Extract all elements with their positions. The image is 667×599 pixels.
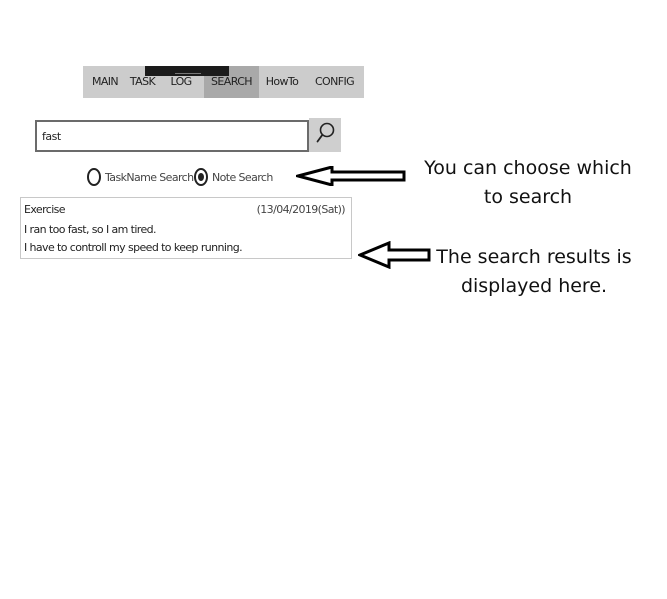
note-search-label: Note Search [212, 170, 273, 184]
left-arrow-icon [358, 241, 431, 269]
taskname-search-label: TaskName Search [105, 170, 194, 184]
taskname-search-radio[interactable]: TaskName Search [87, 166, 194, 188]
radio-unselected-icon [87, 168, 101, 186]
tab-config[interactable]: CONFIG [305, 66, 364, 98]
result-title: Exercise [24, 203, 66, 216]
result-date: (13/04/2019(Sat)) [256, 203, 346, 216]
search-result-item[interactable]: Exercise (13/04/2019(Sat)) I ran too fas… [20, 197, 352, 259]
left-arrow-icon [296, 166, 406, 186]
tab-howto[interactable]: HowTo [259, 66, 305, 98]
search-mode-radio-group: TaskName Search Note Search [84, 166, 314, 188]
radio-selected-icon [194, 168, 208, 186]
search-input[interactable] [35, 120, 309, 152]
tab-main[interactable]: MAIN [83, 66, 127, 98]
note-search-radio[interactable]: Note Search [194, 166, 273, 188]
search-button[interactable] [309, 118, 341, 152]
result-note-line: I have to controll my speed to keep runn… [24, 241, 243, 254]
result-note-line: I ran too fast, so I am tired. [24, 223, 157, 236]
search-icon [314, 121, 336, 149]
annotation-results-display: The search results is displayed here. [436, 246, 632, 297]
annotation-choose-search: You can choose which to search [424, 157, 632, 208]
active-tab-indicator [145, 66, 229, 76]
